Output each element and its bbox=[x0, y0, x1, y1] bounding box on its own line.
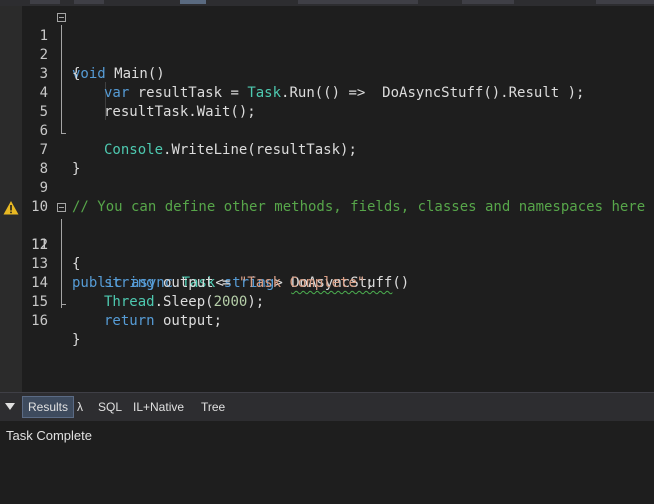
code-line: 14 Thread.Sleep(2000); bbox=[0, 255, 654, 310]
tab-results[interactable]: Results bbox=[22, 396, 75, 418]
collapse-icon[interactable] bbox=[57, 13, 66, 22]
code-line: 7 } bbox=[0, 122, 654, 177]
code-line: 6 Console.WriteLine(resultTask); bbox=[0, 103, 654, 158]
code-line: 11 public async Task<string> DoAsyncStuf… bbox=[0, 198, 654, 291]
brace: } bbox=[72, 332, 81, 348]
tab-tree[interactable]: Tree bbox=[196, 397, 230, 417]
code-line: 2 { bbox=[0, 27, 654, 82]
code-text: return output; bbox=[104, 312, 222, 331]
code-editor[interactable]: 1 void Main() 2 { 3 var resultTask = Tas… bbox=[0, 6, 654, 392]
tab-il-native[interactable]: IL+Native bbox=[128, 397, 189, 417]
results-output[interactable]: Task Complete bbox=[0, 421, 654, 504]
code-text: } bbox=[72, 331, 80, 350]
code-line: 16 } bbox=[0, 293, 654, 348]
code-line: 4 resultTask.Wait(); bbox=[0, 65, 654, 120]
code-line: 13 string output = "Task Complete"; bbox=[0, 236, 654, 291]
toolbar-field[interactable] bbox=[462, 0, 514, 4]
identifier: output; bbox=[154, 313, 223, 329]
code-line: 9 // You can define other methods, field… bbox=[0, 160, 654, 215]
code-line: 8 bbox=[0, 141, 654, 177]
line-number: 16 bbox=[31, 313, 48, 329]
keyword: return bbox=[104, 313, 155, 329]
collapse-panel-icon[interactable] bbox=[5, 403, 15, 410]
warning-icon[interactable] bbox=[3, 200, 19, 216]
collapse-icon[interactable] bbox=[57, 203, 66, 212]
code-line: 3 var resultTask = Task.Run(() => DoAsyn… bbox=[0, 46, 654, 101]
code-line: 1 void Main() bbox=[0, 8, 654, 82]
toolbar-field[interactable] bbox=[596, 0, 654, 4]
tab-sql[interactable]: SQL bbox=[93, 397, 127, 417]
tab-lambda[interactable]: λ bbox=[72, 397, 88, 417]
results-tab-bar: Results λ SQL IL+Native Tree bbox=[0, 392, 654, 422]
code-line: 15 return output; bbox=[0, 274, 654, 329]
code-line: 12 { bbox=[0, 217, 654, 272]
toolbar-field[interactable] bbox=[298, 0, 418, 4]
code-line: 5 bbox=[0, 84, 654, 120]
toolbar-button[interactable] bbox=[30, 0, 60, 4]
toolbar-button[interactable] bbox=[180, 0, 206, 4]
output-text: Task Complete bbox=[6, 428, 92, 443]
code-line: 10 bbox=[0, 179, 654, 215]
toolbar-button[interactable] bbox=[74, 0, 104, 4]
